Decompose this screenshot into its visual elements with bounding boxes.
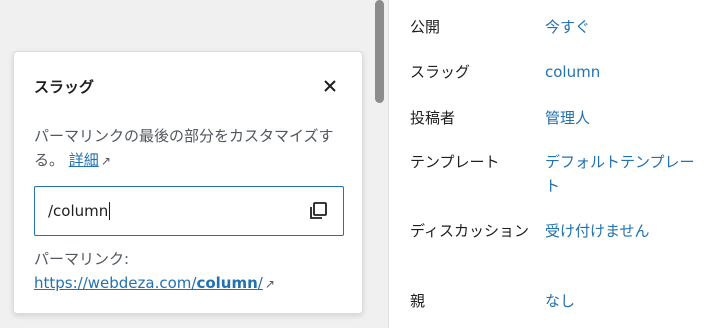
close-button[interactable] [318, 74, 342, 98]
template-label: テンプレート [410, 153, 500, 171]
external-link-icon: ↗ [100, 154, 111, 168]
sidebar-row-slug: スラッグ column [410, 60, 709, 84]
permalink-slug: column [196, 274, 258, 292]
parent-value-button[interactable]: なし [545, 289, 709, 313]
parent-label: 親 [410, 292, 426, 310]
popover-description: パーマリンクの最後の部分をカスタマイズする。 詳細 ↗ [34, 124, 354, 173]
discussion-value-button[interactable]: 受け付けません [545, 219, 709, 243]
scrollbar[interactable] [372, 0, 388, 328]
slug-value-button[interactable]: column [545, 60, 709, 84]
slug-input[interactable]: /column [34, 186, 344, 236]
permalink-label: パーマリンク: [34, 250, 130, 268]
copy-icon [310, 202, 327, 219]
sidebar-row-parent: 親 なし [410, 289, 709, 313]
sidebar-row-publish: 公開 今すぐ [410, 15, 709, 39]
scrollbar-thumb[interactable] [375, 0, 384, 103]
permalink-row: https://webdeza.com/column/↗ [34, 271, 275, 296]
template-value-button[interactable]: デフォルトテンプレート [545, 150, 709, 198]
publish-value-button[interactable]: 今すぐ [545, 15, 709, 39]
author-label: 投稿者 [410, 109, 456, 127]
slug-label: スラッグ [410, 63, 471, 81]
slug-input-value: /column [48, 202, 109, 220]
sidebar-row-template: テンプレート デフォルトテンプレート [410, 150, 709, 198]
author-value-button[interactable]: 管理人 [545, 106, 709, 130]
permalink-prefix: https://webdeza.com/ [34, 274, 197, 292]
discussion-label: ディスカッション [410, 222, 529, 240]
slug-popover: スラッグ パーマリンクの最後の部分をカスタマイズする。 詳細 ↗ /column … [13, 51, 363, 314]
details-link[interactable]: 詳細 [69, 151, 99, 169]
publish-label: 公開 [410, 18, 441, 36]
sidebar-row-author: 投稿者 管理人 [410, 106, 709, 130]
settings-sidebar: 公開 今すぐ スラッグ column 投稿者 管理人 テンプレート デフォルトテ… [388, 0, 719, 328]
text-caret [109, 202, 111, 220]
permalink-suffix: / [257, 274, 263, 292]
sidebar-row-discussion: ディスカッション 受け付けません [410, 219, 709, 243]
copy-button[interactable] [307, 200, 329, 222]
permalink-link[interactable]: https://webdeza.com/column/ [34, 274, 263, 292]
close-icon [324, 80, 336, 92]
popover-title: スラッグ [34, 78, 95, 96]
external-link-icon: ↗ [264, 277, 275, 291]
